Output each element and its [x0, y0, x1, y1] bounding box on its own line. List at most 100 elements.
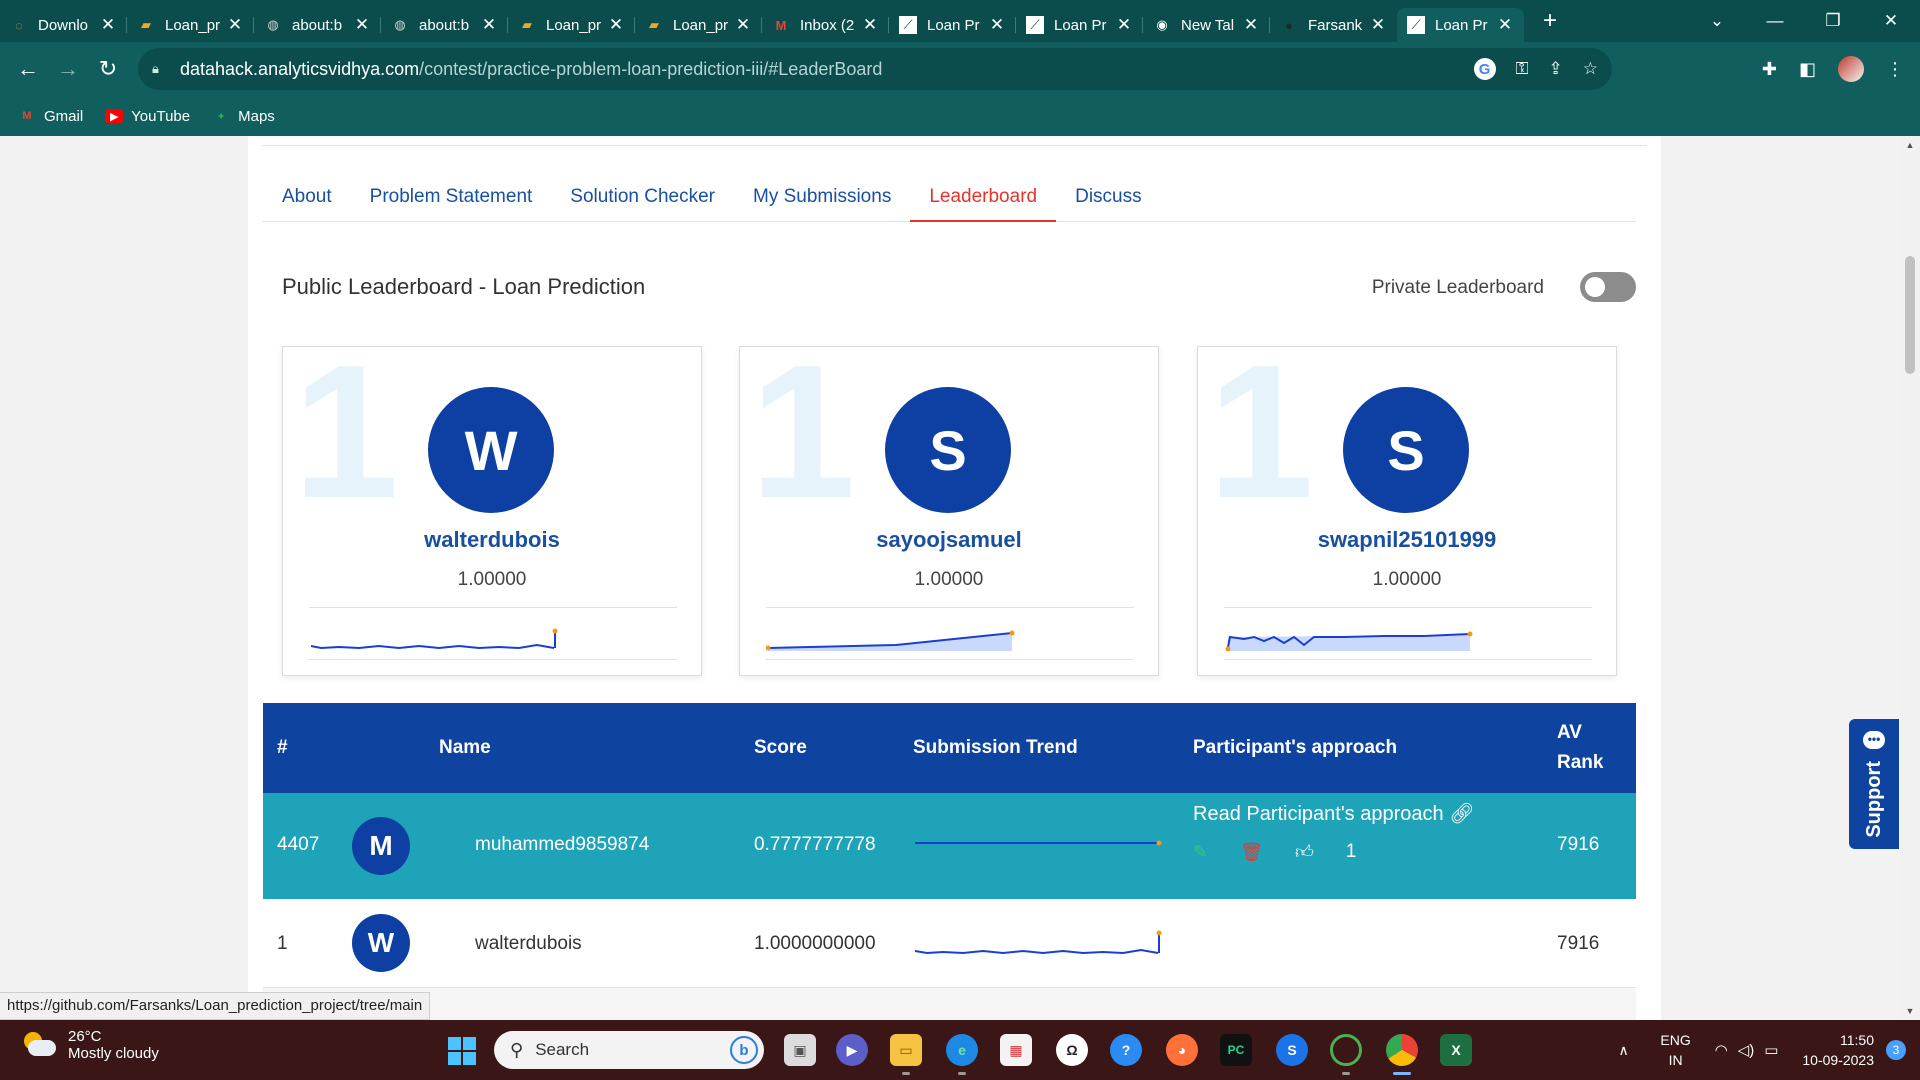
bookmark-youtube[interactable]: ▶ YouTube — [105, 108, 190, 125]
taskbar-search[interactable]: ⚲ Search b — [494, 1031, 764, 1069]
tab-leaderboard[interactable]: Leaderboard — [910, 172, 1057, 222]
tab-solution-checker[interactable]: Solution Checker — [551, 172, 734, 222]
scrollbar-thumb[interactable] — [1905, 256, 1915, 374]
close-icon[interactable]: ✕ — [734, 15, 752, 35]
url-path: /contest/practice-problem-loan-predictio… — [419, 58, 883, 79]
close-icon[interactable]: ✕ — [1115, 15, 1133, 35]
avatar[interactable]: M — [352, 817, 410, 875]
minimize-icon[interactable]: — — [1746, 11, 1804, 31]
notification-badge[interactable]: 3 — [1886, 1040, 1906, 1060]
scroll-down-arrow-icon[interactable]: ▼ — [1900, 1006, 1920, 1016]
username[interactable]: walterdubois — [283, 527, 701, 553]
key-icon[interactable]: ⚿ — [1516, 59, 1529, 79]
close-icon[interactable]: ✕ — [226, 15, 244, 35]
close-icon[interactable]: ✕ — [607, 15, 625, 35]
tab-problem-statement[interactable]: Problem Statement — [351, 172, 552, 222]
browser-tab-active[interactable]: ⟋ Loan Pr ✕ — [1397, 8, 1524, 42]
tab-discuss[interactable]: Discuss — [1056, 172, 1161, 222]
browser-tab[interactable]: M Inbox (2 ✕ — [762, 8, 889, 42]
close-icon[interactable]: ✕ — [1496, 15, 1514, 35]
rank-number: 1 — [293, 326, 399, 538]
side-panel-icon[interactable]: ◧ — [1799, 59, 1816, 80]
tab-about[interactable]: About — [263, 172, 351, 222]
google-lens-icon[interactable]: G — [1473, 58, 1496, 80]
store-icon[interactable]: ▦ — [1000, 1034, 1032, 1066]
lock-icon[interactable]: 🔒︎ — [152, 61, 168, 77]
browser-tab[interactable]: ⟋ Loan Pr ✕ — [1016, 8, 1143, 42]
star-icon[interactable]: ☆ — [1583, 59, 1598, 79]
firefox-icon[interactable]: ◕ — [1166, 1034, 1198, 1066]
bookmark-gmail[interactable]: M Gmail — [18, 108, 83, 125]
edit-icon[interactable]: ✎ — [1193, 842, 1208, 863]
private-leaderboard-toggle[interactable] — [1580, 272, 1636, 302]
excel-icon[interactable]: X — [1440, 1034, 1472, 1066]
skype-icon[interactable]: S — [1276, 1034, 1308, 1066]
close-window-icon[interactable]: ✕ — [1862, 11, 1920, 31]
pycharm-icon[interactable]: PC — [1220, 1034, 1252, 1066]
header-score[interactable]: Score — [754, 703, 807, 793]
teams-chat-icon[interactable]: ▶ — [836, 1034, 868, 1066]
avatar[interactable]: S — [1343, 387, 1469, 513]
trash-icon[interactable]: 🗑︎ — [1240, 842, 1263, 863]
weather-widget[interactable]: 26°C Mostly cloudy — [22, 1028, 159, 1062]
language-indicator[interactable]: ENG IN — [1651, 1030, 1701, 1070]
header-av-rank[interactable]: AV Rank — [1557, 703, 1603, 793]
username[interactable]: sayoojsamuel — [740, 527, 1158, 553]
chevron-up-icon[interactable]: ∧ — [1609, 1042, 1639, 1059]
avatar[interactable]: W — [352, 914, 410, 972]
back-arrow-icon[interactable]: ← — [8, 56, 48, 82]
youtube-icon: ▶ — [105, 109, 124, 123]
close-icon[interactable]: ✕ — [353, 15, 371, 35]
close-icon[interactable]: ✕ — [1369, 15, 1387, 35]
reload-icon[interactable]: ↻ — [88, 56, 128, 82]
browser-tab[interactable]: ▰ Loan_pr ✕ — [635, 8, 762, 42]
scroll-up-arrow-icon[interactable]: ▲ — [1900, 140, 1920, 150]
clock[interactable]: 11:50 10-09-2023 — [1802, 1030, 1874, 1070]
share-icon[interactable]: ⇪ — [1549, 59, 1563, 79]
app-icon[interactable]: Ω — [1056, 1034, 1088, 1066]
menu-icon[interactable]: ⋮ — [1886, 59, 1904, 80]
task-view-icon[interactable]: ▣ — [784, 1034, 816, 1066]
browser-tab[interactable]: ◌ Downlo ✕ — [0, 8, 127, 42]
start-button[interactable] — [448, 1037, 476, 1065]
sync-app-icon[interactable] — [1330, 1034, 1362, 1066]
support-button[interactable]: ••• Support — [1849, 719, 1899, 849]
avatar[interactable]: W — [428, 387, 554, 513]
browser-tab[interactable]: ▰ Loan_pr ✕ — [508, 8, 635, 42]
close-icon[interactable]: ✕ — [99, 15, 117, 35]
restore-icon[interactable]: ❐ — [1804, 11, 1862, 31]
new-tab-button[interactable]: + — [1530, 7, 1570, 35]
page-scrollbar[interactable]: ▲ ▼ — [1900, 136, 1920, 1020]
close-icon[interactable]: ✕ — [988, 15, 1006, 35]
help-icon[interactable]: ? — [1110, 1034, 1142, 1066]
system-icons[interactable]: ◠ ◁) ▭ — [1715, 1041, 1779, 1059]
close-icon[interactable]: ✕ — [1242, 15, 1260, 35]
bookmark-maps[interactable]: ✦ Maps — [212, 108, 275, 125]
read-approach-link[interactable]: Read Participant's approach 🔗︎ — [1193, 801, 1475, 826]
row-name[interactable]: muhammed9859874 — [475, 834, 649, 856]
browser-tab[interactable]: ⟋ Loan Pr ✕ — [889, 8, 1016, 42]
username[interactable]: swapnil25101999 — [1198, 527, 1616, 553]
avatar[interactable]: S — [885, 387, 1011, 513]
tab-search-icon[interactable]: ⌄ — [1688, 11, 1746, 31]
extensions-icon[interactable]: ✚ — [1762, 59, 1777, 80]
close-icon[interactable]: ✕ — [480, 15, 498, 35]
profile-avatar[interactable] — [1838, 56, 1864, 82]
submission-sparkline — [1225, 631, 1473, 652]
close-icon[interactable]: ✕ — [861, 15, 879, 35]
browser-tab[interactable]: ◉ New Tal ✕ — [1143, 8, 1270, 42]
browser-tab[interactable]: ▰ Loan_pr ✕ — [127, 8, 254, 42]
file-explorer-icon[interactable]: ▭ — [890, 1034, 922, 1066]
browser-tab[interactable]: ◍ about:b ✕ — [254, 8, 381, 42]
thumbs-up-icon[interactable]: 👍︎ — [1295, 841, 1314, 863]
bing-icon[interactable]: b — [730, 1036, 758, 1064]
chrome-icon[interactable] — [1386, 1034, 1418, 1066]
browser-tab[interactable]: ◍ about:b ✕ — [381, 8, 508, 42]
header-name[interactable]: Name — [439, 703, 491, 793]
url-bar[interactable]: 🔒︎ datahack.analyticsvidhya.com/contest/… — [138, 48, 1612, 90]
browser-tab[interactable]: ● Farsank ✕ — [1270, 8, 1397, 42]
forward-arrow-icon[interactable]: → — [48, 56, 88, 82]
row-name[interactable]: walterdubois — [475, 933, 582, 955]
edge-icon[interactable]: e — [946, 1034, 978, 1066]
tab-my-submissions[interactable]: My Submissions — [734, 172, 910, 222]
